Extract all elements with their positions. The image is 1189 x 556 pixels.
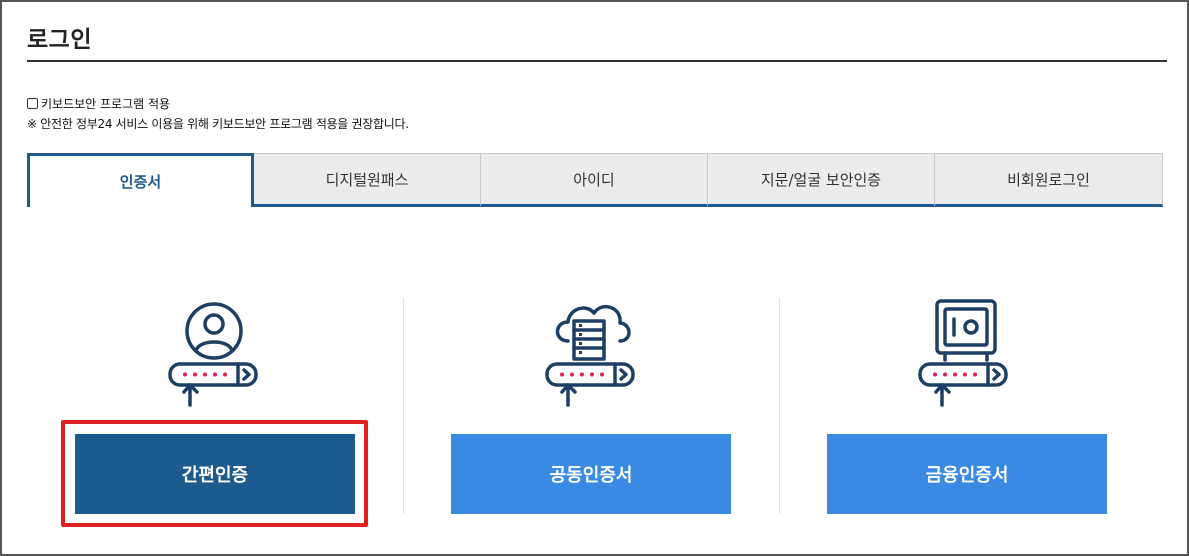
joint-certificate-button[interactable]: 공동인증서 — [451, 434, 731, 514]
highlight-box — [61, 420, 368, 527]
tab-id[interactable]: 아이디 — [481, 153, 708, 207]
safe-password-icon — [918, 299, 1008, 407]
title-divider — [27, 60, 1167, 62]
financial-certificate-button[interactable]: 금융인증서 — [827, 434, 1107, 514]
login-tabs: 인증서 디지털원패스 아이디 지문/얼굴 보안인증 비회원로그인 — [27, 153, 1163, 207]
user-password-icon — [168, 302, 258, 407]
tab-certificate[interactable]: 인증서 — [27, 153, 254, 207]
keyboard-security-label: 키보드보안 프로그램 적용 — [41, 97, 171, 111]
keyboard-security-option[interactable]: 키보드보안 프로그램 적용 — [27, 95, 170, 112]
tab-digital-onepass[interactable]: 디지털원패스 — [254, 153, 481, 207]
tab-biometric[interactable]: 지문/얼굴 보안인증 — [708, 153, 935, 207]
keyboard-security-checkbox[interactable] — [27, 98, 38, 109]
column-divider — [403, 298, 404, 514]
cloud-server-password-icon — [545, 304, 635, 407]
login-panel: 로그인 키보드보안 프로그램 적용 ※ 안전한 정부24 서비스 이용을 위해 … — [0, 0, 1189, 556]
column-divider — [779, 298, 780, 514]
page-title: 로그인 — [27, 27, 92, 53]
tab-non-member[interactable]: 비회원로그인 — [935, 153, 1163, 207]
keyboard-security-notice: ※ 안전한 정부24 서비스 이용을 위해 키보드보안 프로그램 적용을 권장합… — [27, 117, 409, 131]
